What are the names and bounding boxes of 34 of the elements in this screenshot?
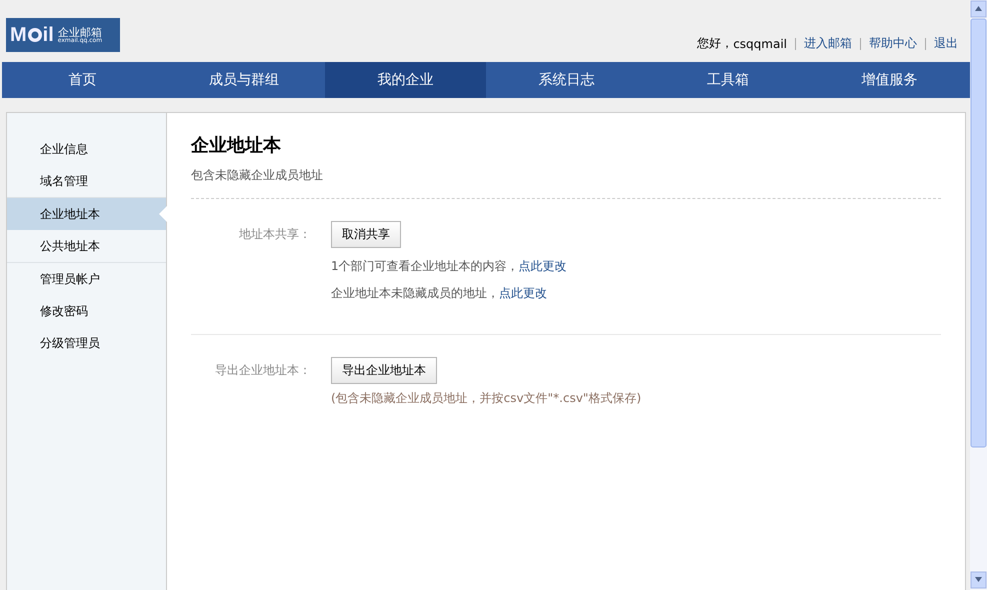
header-link[interactable]: 进入邮箱 [804,35,852,52]
logo-mark: il [42,24,54,46]
header-link[interactable]: 帮助中心 [869,35,917,52]
change-link[interactable]: 点此更改 [499,286,547,300]
scrollbar[interactable] [970,0,987,590]
page-title: 企业地址本 [191,134,282,157]
info-text: 1个部门可查看企业地址本的内容，点此更改 [331,258,567,275]
greeting: 您好， [697,35,734,52]
nav-tab[interactable]: 工具箱 [647,62,809,98]
page-subtitle: 包含未隐藏企业成员地址 [191,167,941,199]
nav-tab[interactable]: 系统日志 [486,62,648,98]
nav-tab[interactable]: 成员与群组 [163,62,325,98]
logo-name: 企业邮箱 [58,26,102,38]
sidebar-item[interactable]: 域名管理 [7,165,166,197]
sidebar-item[interactable]: 企业地址本 [7,198,166,230]
sidebar-item[interactable]: 分级管理员 [7,327,166,359]
logo-mark: M [10,24,27,46]
field-label: 导出企业地址本： [214,362,311,379]
sidebar-item[interactable]: 企业信息 [7,133,166,165]
field-label: 地址本共享： [238,226,311,243]
export-note: (包含未隐藏企业成员地址，并按csv文件"*.csv"格式保存) [331,390,642,407]
username: csqqmail [733,36,787,50]
action-button[interactable]: 导出企业地址本 [331,357,437,384]
nav-tab[interactable]: 首页 [2,62,164,98]
sidebar-item[interactable]: 修改密码 [7,295,166,327]
header-link[interactable]: 退出 [934,35,958,52]
nav-tab[interactable]: 增值服务 [808,62,970,98]
sidebar-item[interactable]: 管理员帐户 [7,263,166,295]
info-text: 企业地址本未隐藏成员的地址，点此更改 [331,285,547,302]
eye-logo-icon [26,27,43,43]
sidebar-item[interactable]: 公共地址本 [7,230,166,262]
action-button[interactable]: 取消共享 [331,221,401,248]
nav-tab[interactable]: 我的企业 [324,62,486,98]
change-link[interactable]: 点此更改 [518,259,567,273]
